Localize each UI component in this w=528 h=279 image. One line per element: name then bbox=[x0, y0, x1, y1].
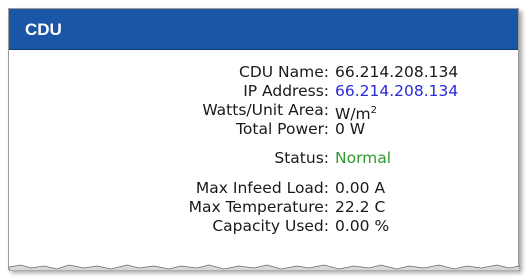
cdu-panel: CDU CDU Name: 66.214.208.134 IP Address:… bbox=[8, 8, 520, 271]
capacity-used-value: 0.00 % bbox=[335, 217, 390, 235]
watts-unit-area-exponent: 2 bbox=[370, 105, 378, 116]
max-temperature-label: Max Temperature: bbox=[188, 198, 329, 216]
row-total-power: Total Power: 0 W bbox=[9, 120, 520, 139]
max-infeed-load-label: Max Infeed Load: bbox=[195, 179, 329, 197]
row-status: Status: Normal bbox=[9, 149, 520, 168]
panel-header: CDU bbox=[9, 9, 518, 50]
capacity-used-label: Capacity Used: bbox=[212, 217, 329, 235]
cdu-name-label: CDU Name: bbox=[239, 63, 329, 81]
row-watts-unit-area: Watts/Unit Area: W/m2 bbox=[9, 101, 520, 123]
ip-address-link[interactable]: 66.214.208.134 bbox=[335, 82, 458, 101]
max-infeed-load-value: 0.00 A bbox=[335, 179, 386, 197]
status-value: Normal bbox=[335, 149, 392, 167]
row-max-infeed-load: Max Infeed Load: 0.00 A bbox=[9, 179, 520, 198]
watts-unit-area-label: Watts/Unit Area: bbox=[202, 101, 329, 119]
row-capacity-used: Capacity Used: 0.00 % bbox=[9, 217, 520, 236]
total-power-label: Total Power: bbox=[236, 120, 329, 138]
panel-title: CDU bbox=[25, 20, 62, 39]
cdu-name-value: 66.214.208.134 bbox=[335, 63, 459, 81]
total-power-value: 0 W bbox=[335, 120, 366, 138]
ip-address-label: IP Address: bbox=[243, 82, 329, 100]
row-max-temperature: Max Temperature: 22.2 C bbox=[9, 198, 520, 217]
row-cdu-name: CDU Name: 66.214.208.134 bbox=[9, 63, 520, 82]
status-label: Status: bbox=[274, 149, 329, 167]
row-ip-address: IP Address: 66.214.208.134 bbox=[9, 82, 520, 101]
torn-edge-decoration bbox=[9, 264, 520, 271]
max-temperature-value: 22.2 C bbox=[335, 198, 386, 216]
